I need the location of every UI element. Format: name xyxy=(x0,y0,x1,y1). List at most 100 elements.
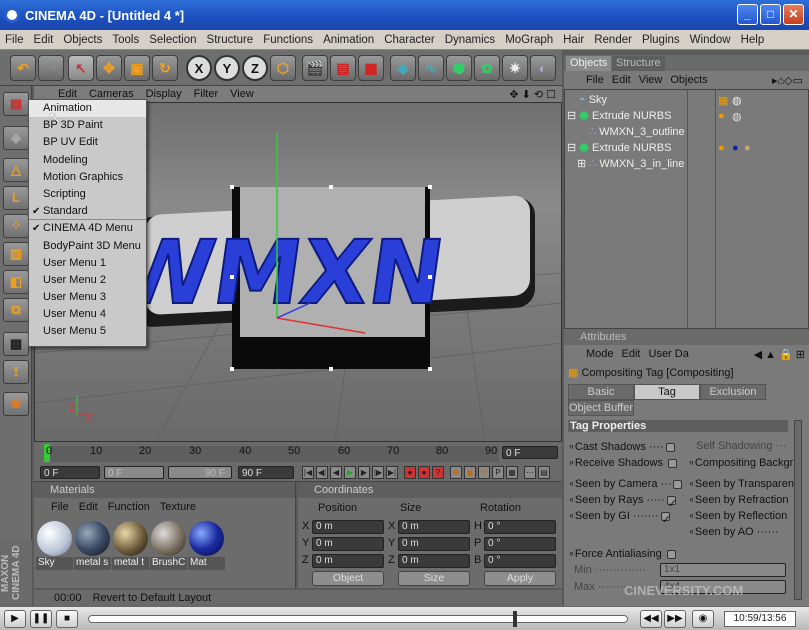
go-to-end-icon[interactable]: ▶| xyxy=(386,466,398,479)
scene-camera-icon[interactable]: ◐ xyxy=(530,55,556,81)
object-row[interactable]: ⊞ ∴ WMXN_3_in_line xyxy=(565,156,809,172)
materials-menu-texture[interactable]: Texture xyxy=(155,501,201,513)
deformer-icon[interactable]: ✷ xyxy=(502,55,528,81)
objects-menu-view[interactable]: View xyxy=(635,74,667,86)
object-mode-icon[interactable]: △ xyxy=(3,158,29,182)
compositing-tag-icon[interactable]: ▦ xyxy=(718,94,728,107)
objects-menu-file[interactable]: File xyxy=(582,74,608,86)
snap-icon[interactable]: ⟟ xyxy=(3,360,29,384)
expand-icon[interactable]: ⊞ xyxy=(577,158,586,170)
menu-dynamics[interactable]: Dynamics xyxy=(440,34,500,46)
viewport-menu-view[interactable]: View xyxy=(224,88,260,100)
array-icon[interactable]: ✿ xyxy=(474,55,500,81)
close-button[interactable]: ✕ xyxy=(783,4,804,25)
play-icon[interactable]: ▶ xyxy=(344,466,356,479)
menu-item-motion-graphics[interactable]: Motion Graphics xyxy=(29,169,146,186)
render-view-icon[interactable]: 🎬 xyxy=(302,55,328,81)
menu-item-bp-3d-paint[interactable]: BP 3D Paint xyxy=(29,117,146,134)
render-picture-viewer-icon[interactable]: ▤ xyxy=(330,55,356,81)
rotation-p-field[interactable]: 0 ° xyxy=(484,537,556,551)
sculpt-icon[interactable]: ❀ xyxy=(3,392,29,416)
interpolation-icon[interactable]: ⋯ xyxy=(524,466,536,479)
material-swatch[interactable]: BrushC xyxy=(150,520,187,570)
material-swatch[interactable]: Mat xyxy=(188,520,225,570)
record-icon[interactable]: ● xyxy=(404,466,416,479)
attributes-nav-icons[interactable]: ◀ ▲ 🔒 ⊞ xyxy=(750,348,809,361)
menu-item-standard[interactable]: ✔ Standard xyxy=(29,203,146,221)
menu-selection[interactable]: Selection xyxy=(144,34,201,46)
move-icon[interactable]: ✥ xyxy=(96,55,122,81)
material-swatch[interactable]: Sky xyxy=(36,520,73,570)
material-swatch[interactable]: metal t xyxy=(112,520,149,570)
texture-tag-icon[interactable]: ◍ xyxy=(732,110,742,123)
materials-menu-edit[interactable]: Edit xyxy=(74,501,103,513)
size-x-field[interactable]: 0 m xyxy=(398,520,470,534)
next-key-icon[interactable]: |▶ xyxy=(372,466,384,479)
menu-structure[interactable]: Structure xyxy=(202,34,259,46)
spline-pen-icon[interactable]: ∿ xyxy=(418,55,444,81)
object-row[interactable]: ∴ WMXN_3_outline xyxy=(565,124,809,140)
tab-objects[interactable]: Objects xyxy=(566,56,612,71)
seen-by-refraction-checkbox[interactable]: ∘Seen by Refraction xyxy=(688,493,788,506)
coordinate-mode-dropdown[interactable]: Object xyxy=(312,571,384,586)
y-axis-lock-icon[interactable]: Y xyxy=(214,55,240,81)
coordinate-system-icon[interactable]: ⬡ xyxy=(270,55,296,81)
menu-hair[interactable]: Hair xyxy=(558,34,589,46)
receive-shadows-checkbox[interactable]: ∘Receive Shadows xyxy=(568,456,678,469)
attributes-menu-userdata[interactable]: User Da xyxy=(645,348,693,360)
timeline-ruler[interactable]: 0 10 20 30 40 50 60 70 80 90 0 F xyxy=(34,442,562,464)
objects-nav-icons[interactable]: ▸⌂◇▭ xyxy=(768,74,809,87)
phong-tag-icon[interactable]: ● xyxy=(718,142,725,154)
prev-key-icon[interactable]: ◀| xyxy=(316,466,328,479)
cast-shadows-checkbox[interactable]: ∘Cast Shadows ···· xyxy=(568,440,675,453)
parameter-key-icon[interactable]: P xyxy=(492,466,504,479)
seen-by-transparency-checkbox[interactable]: ∘Seen by Transparen xyxy=(688,477,794,490)
position-y-field[interactable]: 0 m xyxy=(312,537,384,551)
next-frame-icon[interactable]: ▶ xyxy=(358,466,370,479)
end-frame-field[interactable]: 90 F xyxy=(238,466,294,479)
tab-tag[interactable]: Tag xyxy=(634,384,700,400)
tab-exclusion[interactable]: Exclusion xyxy=(700,384,766,400)
texture-mode-icon[interactable]: ⧉ xyxy=(3,298,29,322)
collapse-icon[interactable]: ⊟ xyxy=(567,142,576,154)
rotation-key-icon[interactable]: ↻ xyxy=(478,466,490,479)
min-field[interactable]: 1x1 xyxy=(660,563,786,577)
position-x-field[interactable]: 0 m xyxy=(312,520,384,534)
rotation-h-field[interactable]: 0 ° xyxy=(484,520,556,534)
size-z-field[interactable]: 0 m xyxy=(398,554,470,568)
timeline-menu-icon[interactable]: ▤ xyxy=(538,466,550,479)
minimize-button[interactable]: _ xyxy=(737,4,758,25)
size-mode-dropdown[interactable]: Size xyxy=(398,571,470,586)
rotation-b-field[interactable]: 0 ° xyxy=(484,554,556,568)
nurbs-icon[interactable]: ⬢ xyxy=(446,55,472,81)
points-mode-icon[interactable]: ⁘ xyxy=(3,214,29,238)
materials-menu-function[interactable]: Function xyxy=(103,501,155,513)
objects-menu-objects[interactable]: Objects xyxy=(666,74,711,86)
menu-character[interactable]: Character xyxy=(379,34,440,46)
menu-item-user-menu-1[interactable]: User Menu 1 xyxy=(29,255,146,272)
seen-by-ao-checkbox[interactable]: ∘Seen by AO ······ xyxy=(688,525,779,538)
x-axis-lock-icon[interactable]: X xyxy=(186,55,212,81)
object-row[interactable]: ⊟ ⬢ Extrude NURBS xyxy=(565,108,809,124)
menu-item-user-menu-4[interactable]: User Menu 4 xyxy=(29,306,146,323)
menu-window[interactable]: Window xyxy=(685,34,736,46)
model-mode-icon[interactable]: ◈ xyxy=(3,126,29,150)
pla-key-icon[interactable]: ▦ xyxy=(506,466,518,479)
scale-key-icon[interactable]: ▣ xyxy=(464,466,476,479)
texture-tag-icon[interactable]: ● xyxy=(732,142,739,154)
tab-structure[interactable]: Structure xyxy=(612,56,665,71)
texture-tag-icon[interactable]: ◍ xyxy=(732,94,742,107)
menu-help[interactable]: Help xyxy=(736,34,770,46)
phong-tag-icon[interactable]: ● xyxy=(718,110,725,122)
collapse-icon[interactable]: ⊟ xyxy=(567,110,576,122)
video-seek-bar[interactable] xyxy=(88,611,628,627)
texture-tag-icon[interactable]: ● xyxy=(744,142,751,154)
menu-item-user-menu-3[interactable]: User Menu 3 xyxy=(29,289,146,306)
menu-item-modeling[interactable]: Modeling xyxy=(29,152,146,169)
menu-mograph[interactable]: MoGraph xyxy=(500,34,558,46)
seen-by-camera-checkbox[interactable]: ∘Seen by Camera ··· xyxy=(568,477,683,490)
menu-item-scripting[interactable]: Scripting xyxy=(29,186,146,203)
compositing-background-checkbox[interactable]: ∘Compositing Backgr xyxy=(688,456,793,469)
menu-functions[interactable]: Functions xyxy=(258,34,318,46)
menu-item-user-menu-5[interactable]: User Menu 5 xyxy=(29,323,146,340)
